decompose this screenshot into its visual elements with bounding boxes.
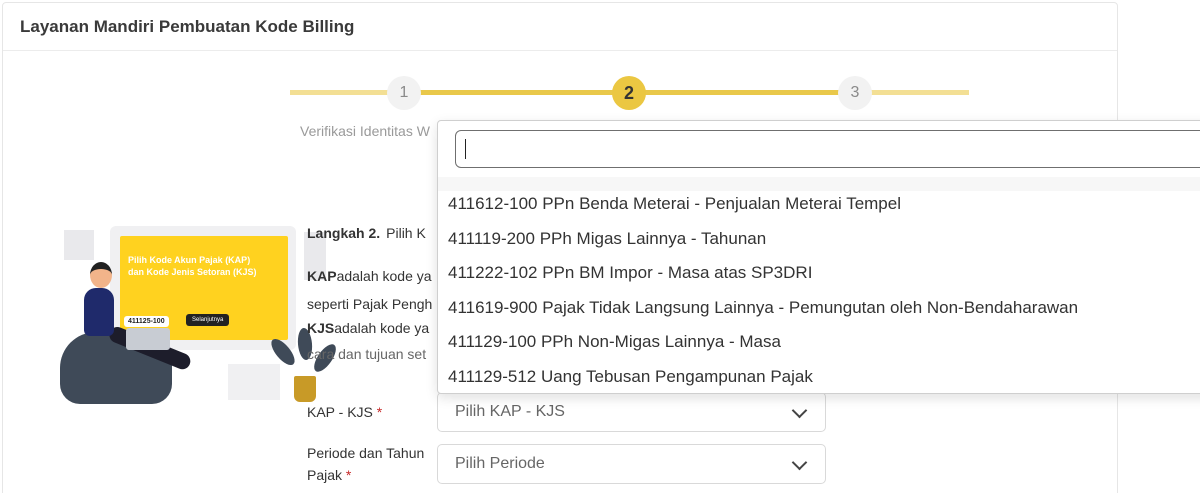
- periode-placeholder: Pilih Periode: [455, 455, 545, 472]
- plant-pot: [294, 376, 316, 402]
- person-head-graphic: [90, 262, 112, 288]
- dropdown-search-input[interactable]: [455, 130, 1200, 168]
- screen-text: Pilih Kode Akun Pajak (KAP) dan Kode Jen…: [128, 254, 288, 278]
- screen-button: Selanjutnya: [186, 314, 230, 326]
- step-title: Langkah 2.: [307, 225, 381, 241]
- step-3[interactable]: 3: [838, 76, 872, 110]
- kjs-term: KJS: [307, 320, 335, 336]
- kap-kjs-select[interactable]: Pilih KAP - KJS: [437, 392, 826, 432]
- screen-text-line: dan Kode Jenis Setoran (KJS): [128, 267, 257, 277]
- dropdown-option[interactable]: 411222-102 PPn BM Impor - Masa atas SP3D…: [438, 252, 1200, 287]
- kap-kjs-placeholder: Pilih KAP - KJS: [455, 403, 565, 420]
- dropdown-option[interactable]: 411129-512 Uang Tebusan Pengampunan Paja…: [438, 356, 1200, 391]
- illustration: Pilih Kode Akun Pajak (KAP) dan Kode Jen…: [58, 224, 340, 404]
- required-mark: *: [345, 467, 352, 483]
- periode-label: Periode dan Tahun Pajak *: [307, 442, 424, 486]
- monitor-screen: Pilih Kode Akun Pajak (KAP) dan Kode Jen…: [120, 236, 288, 340]
- step-connector: [628, 90, 854, 95]
- step-connector: [420, 90, 628, 95]
- boxes-graphic: [228, 364, 280, 400]
- kap-kjs-label: KAP - KJS *: [307, 401, 382, 423]
- chevron-down-icon: [791, 454, 808, 471]
- page-title: Layanan Mandiri Pembuatan Kode Billing: [20, 17, 355, 36]
- dropdown-option[interactable]: 411619-900 Pajak Tidak Langsung Lainnya …: [438, 287, 1200, 322]
- screen-text-line: Pilih Kode Akun Pajak (KAP): [128, 255, 251, 265]
- kap-paragraph: KAPadalah kode ya: [307, 268, 432, 284]
- step-2[interactable]: 2: [612, 76, 646, 110]
- dropdown-options: 411612-100 PPn Benda Meterai - Penjualan…: [438, 183, 1200, 391]
- kjs-line-2: cara dan tujuan set: [307, 346, 427, 362]
- kap-term: KAP: [307, 268, 337, 284]
- laptop-graphic: [126, 328, 170, 350]
- person-body-graphic: [84, 288, 114, 336]
- kap-line-2: seperti Pajak Pengh: [307, 296, 433, 312]
- step-label: Verifikasi Identitas W: [300, 123, 430, 139]
- step-desc: Pilih K: [386, 225, 426, 241]
- step-heading: Langkah 2. Pilih K: [307, 225, 426, 241]
- kjs-paragraph-cont: cara dan tujuan set: [307, 346, 426, 362]
- dropdown-option[interactable]: 411612-100 PPn Benda Meterai - Penjualan…: [438, 183, 1200, 218]
- periode-label-line-2: Pajak: [307, 467, 343, 483]
- dropdown-option[interactable]: 411129-100 PPh Non-Migas Lainnya - Masa: [438, 321, 1200, 356]
- dropdown-option[interactable]: 411119-200 PPh Migas Lainnya - Tahunan: [438, 218, 1200, 253]
- periode-select[interactable]: Pilih Periode: [437, 444, 826, 484]
- kjs-paragraph: KJSadalah kode ya: [307, 320, 429, 336]
- required-mark: *: [376, 404, 383, 420]
- chevron-down-icon: [791, 402, 808, 419]
- periode-label-line-1: Periode dan Tahun: [307, 445, 425, 461]
- text-caret: [465, 139, 466, 159]
- card-header: Layanan Mandiri Pembuatan Kode Billing: [3, 3, 1117, 51]
- kjs-line-1: adalah kode ya: [334, 320, 430, 336]
- step-1[interactable]: 1: [387, 76, 421, 110]
- kap-paragraph-cont: seperti Pajak Pengh: [307, 296, 432, 312]
- decor-square: [64, 230, 94, 260]
- screen-code: 411125-100: [124, 316, 169, 327]
- kap-kjs-dropdown: 411612-100 PPn Benda Meterai - Penjualan…: [437, 120, 1200, 394]
- kap-line-1: adalah kode ya: [336, 268, 432, 284]
- kap-kjs-label-text: KAP - KJS: [307, 404, 373, 420]
